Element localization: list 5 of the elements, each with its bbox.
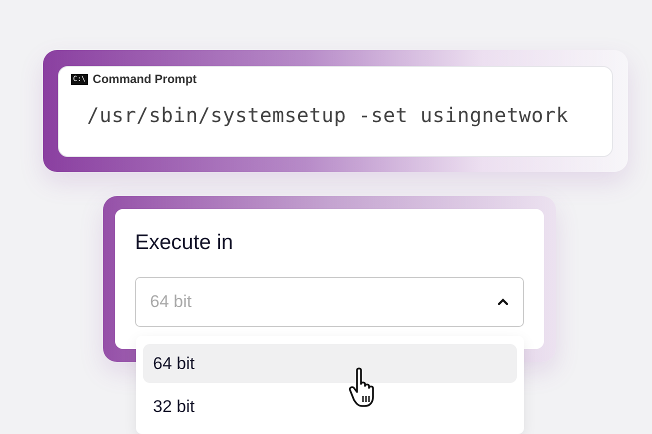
window-title: Command Prompt xyxy=(92,72,197,86)
dropdown-option[interactable]: 32 bit xyxy=(143,387,517,426)
dropdown-option[interactable]: 64 bit xyxy=(143,344,517,383)
section-heading: Execute in xyxy=(135,231,234,255)
command-text: /usr/sbin/systemsetup -set usingnetwork xyxy=(87,103,570,127)
